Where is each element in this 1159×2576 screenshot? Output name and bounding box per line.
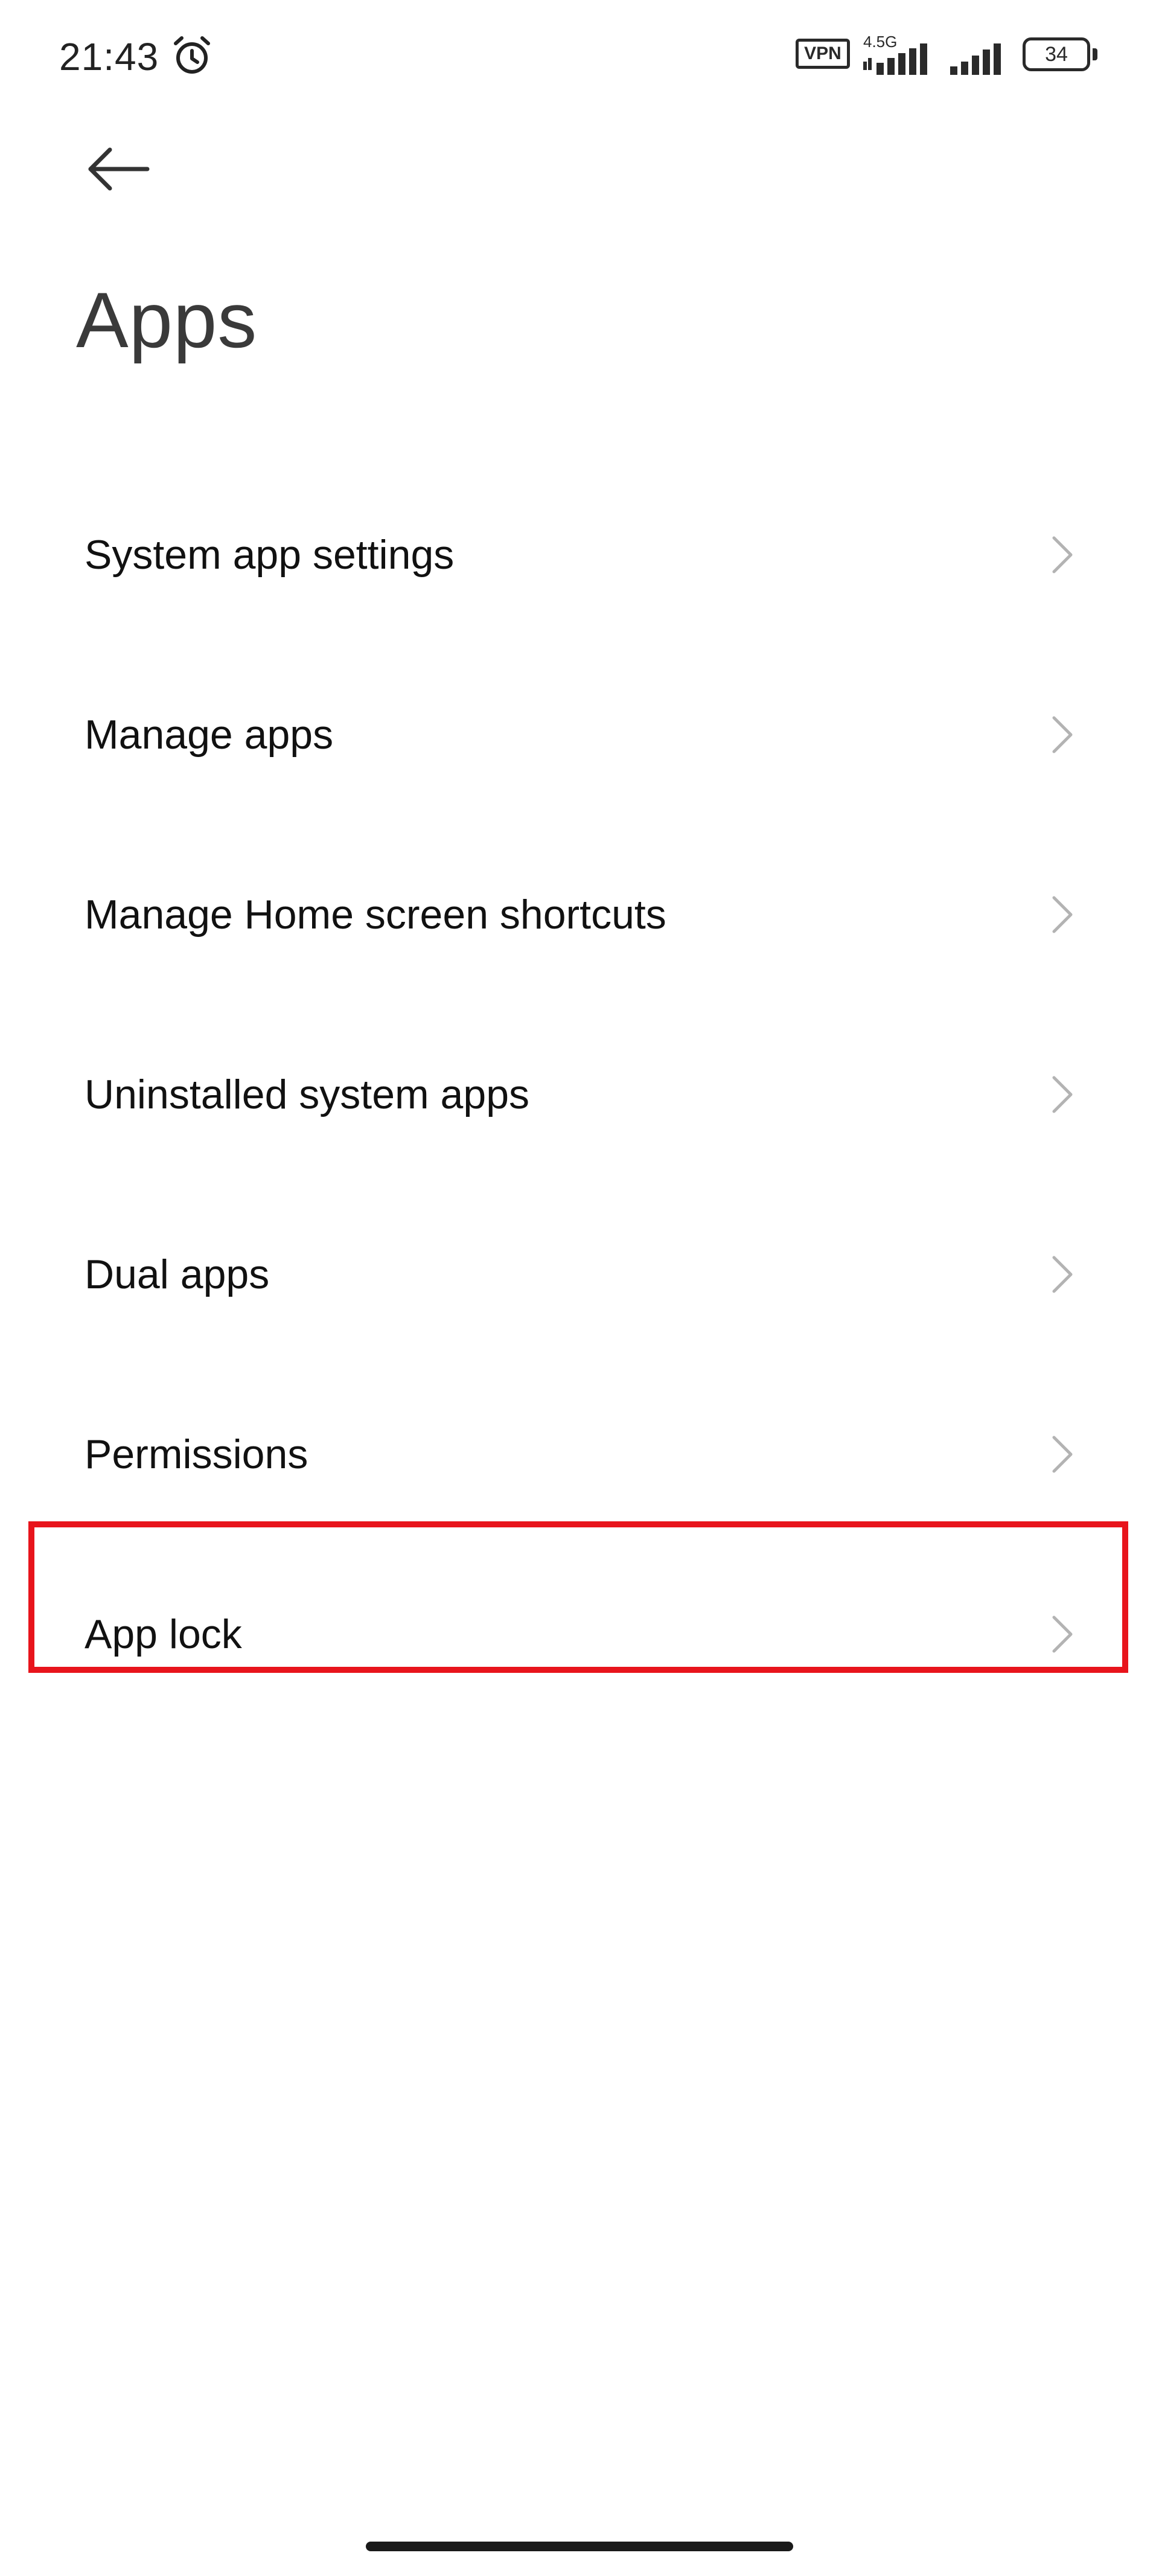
status-indicators: VPN 4.5G 34	[796, 33, 1110, 80]
chevron-right-icon	[1052, 1256, 1073, 1293]
list-item-manage-home-screen-shortcuts[interactable]: Manage Home screen shortcuts	[0, 825, 1159, 1005]
chevron-right-icon	[1052, 1436, 1073, 1473]
list-item-label: Permissions	[85, 1431, 308, 1477]
list-item-manage-apps[interactable]: Manage apps	[0, 645, 1159, 825]
battery-level: 34	[1045, 43, 1068, 66]
battery-icon: 34	[1023, 37, 1090, 71]
list-item-uninstalled-system-apps[interactable]: Uninstalled system apps	[0, 1005, 1159, 1184]
list-item-label: Manage Home screen shortcuts	[85, 892, 666, 938]
list-item-label: Uninstalled system apps	[85, 1072, 530, 1117]
chevron-right-icon	[1052, 716, 1073, 753]
cell-signal-2-icon	[950, 43, 1001, 75]
alarm-clock-icon	[174, 36, 210, 74]
list-item-dual-apps[interactable]: Dual apps	[0, 1184, 1159, 1364]
back-button[interactable]	[78, 136, 157, 202]
status-time: 21:43	[59, 35, 159, 78]
list-item-permissions[interactable]: Permissions	[0, 1364, 1159, 1544]
cell-signal-icon	[863, 43, 927, 75]
page-title: Apps	[76, 276, 258, 364]
chevron-right-icon	[1052, 1076, 1073, 1113]
chevron-right-icon	[1052, 536, 1073, 574]
home-indicator[interactable]	[366, 2542, 793, 2551]
battery-tip	[1093, 48, 1097, 60]
status-bar: 21:43 VPN 4.5G 34	[0, 0, 1159, 115]
list-item-label: System app settings	[85, 532, 455, 578]
list-item-label: Manage apps	[85, 712, 334, 758]
chevron-right-icon	[1052, 896, 1073, 933]
vpn-badge: VPN	[796, 39, 850, 69]
highlight-box-app-lock	[28, 1521, 1128, 1673]
list-item-label: Dual apps	[85, 1251, 270, 1297]
arrow-left-icon	[88, 147, 150, 191]
list-item-system-app-settings[interactable]: System app settings	[0, 465, 1159, 645]
